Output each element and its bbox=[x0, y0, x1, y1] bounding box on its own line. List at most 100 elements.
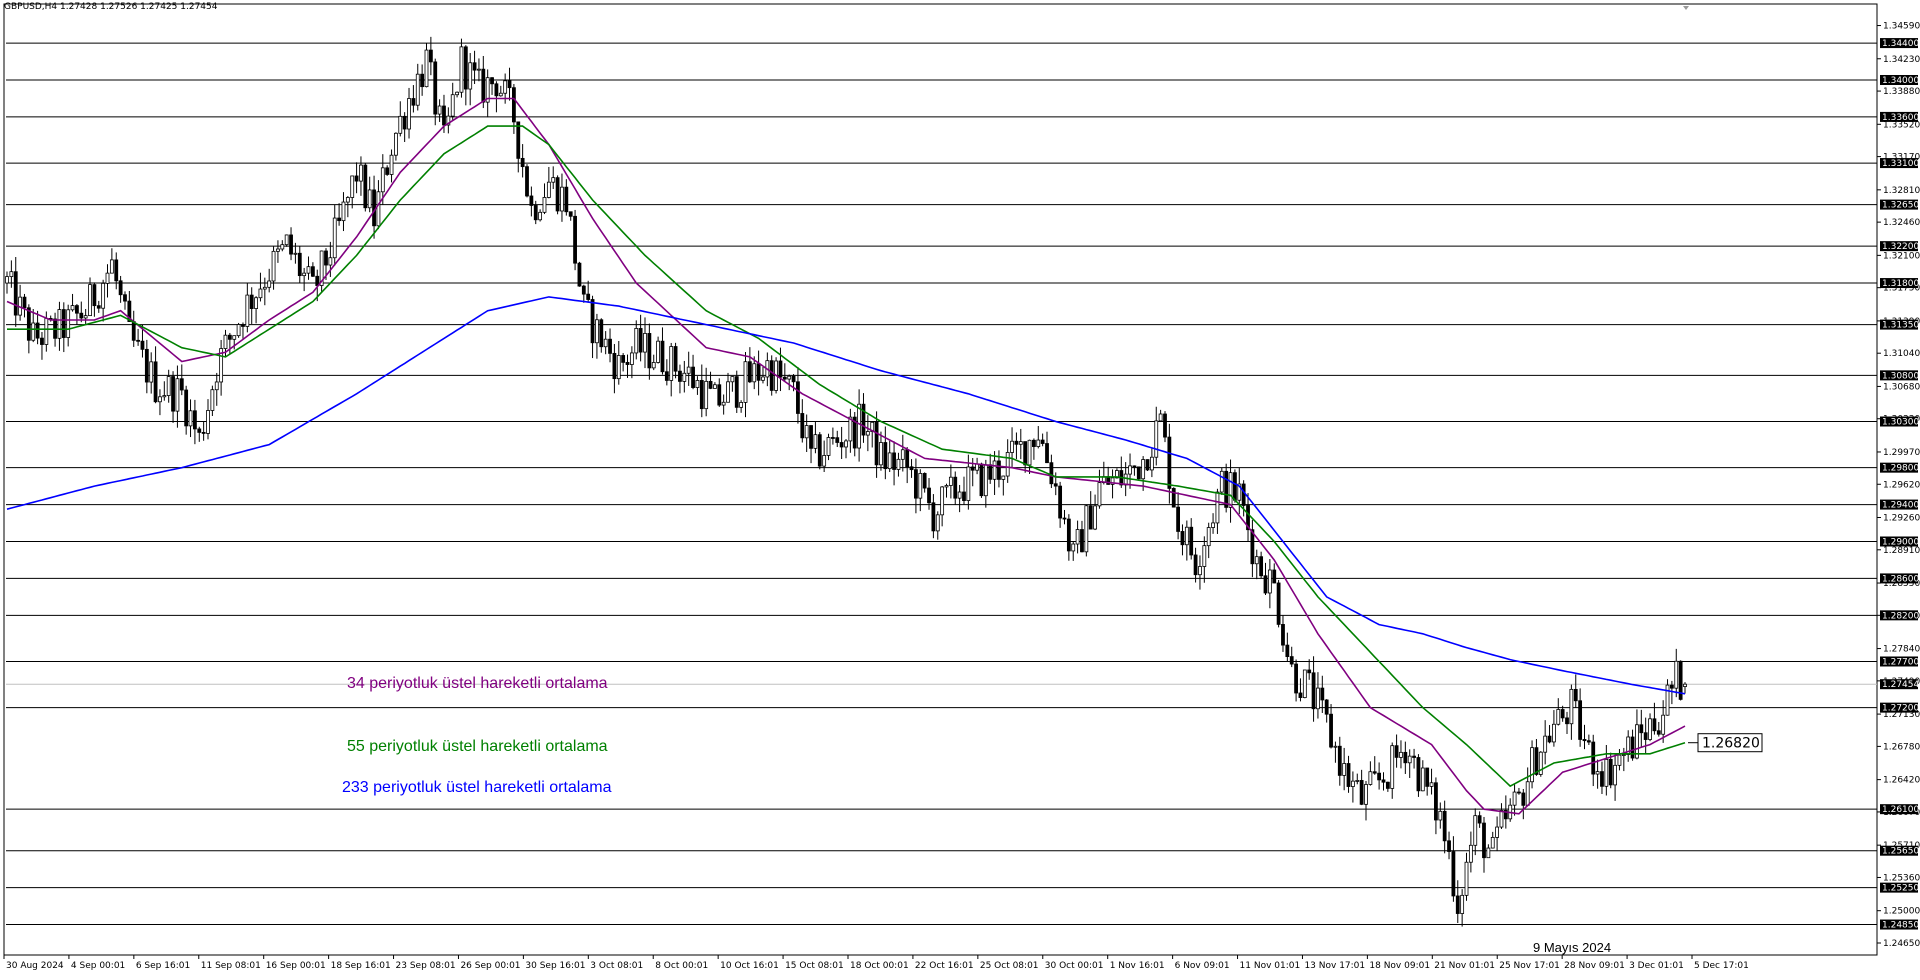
candle-body bbox=[1582, 739, 1587, 742]
candle-body bbox=[114, 259, 119, 282]
candle-body bbox=[267, 280, 272, 288]
candle-body bbox=[1661, 714, 1666, 735]
candle-body bbox=[1093, 505, 1097, 530]
candle-body bbox=[1477, 815, 1482, 824]
candle-body bbox=[1010, 440, 1014, 453]
level-price-label: 1.34000 bbox=[1882, 76, 1919, 86]
candle-body bbox=[376, 191, 381, 227]
candle-body bbox=[1534, 747, 1539, 775]
candle-body bbox=[92, 284, 97, 307]
candle-body bbox=[61, 309, 66, 338]
candle-body bbox=[1215, 491, 1220, 524]
candle-body bbox=[603, 338, 608, 348]
candle-body bbox=[1302, 669, 1307, 698]
candle-body bbox=[1005, 452, 1010, 477]
candle-body bbox=[931, 502, 936, 532]
ema233-label: 233 periyotluk üstel hareketli ortalama bbox=[342, 779, 612, 796]
candle-body bbox=[1075, 529, 1080, 545]
candle-body bbox=[1206, 527, 1211, 547]
candle-body bbox=[595, 319, 599, 344]
candle-body bbox=[1656, 730, 1661, 735]
candle-body bbox=[1211, 522, 1215, 528]
chevron-down-icon[interactable] bbox=[1683, 6, 1689, 10]
candle-body bbox=[1617, 754, 1622, 766]
candle-body bbox=[1473, 815, 1478, 846]
candle-body bbox=[83, 315, 88, 319]
candle-body bbox=[1420, 767, 1425, 792]
candle-body bbox=[140, 340, 145, 350]
candle-body bbox=[1289, 656, 1294, 665]
candle-body bbox=[1036, 439, 1041, 447]
level-price-label: 1.32200 bbox=[1882, 242, 1919, 252]
ema-value-label: 1.26820 bbox=[1702, 736, 1760, 752]
candle-body bbox=[40, 337, 44, 345]
candle-body bbox=[1442, 810, 1447, 842]
candle-body bbox=[424, 49, 429, 88]
level-price-label: 1.31800 bbox=[1882, 279, 1919, 289]
x-tick-label: 1 Nov 16:01 bbox=[1110, 961, 1165, 971]
candle-body bbox=[1136, 466, 1141, 480]
candle-body bbox=[175, 378, 180, 412]
candle-body bbox=[826, 437, 831, 456]
candle-body bbox=[914, 469, 918, 499]
x-tick-label: 3 Dec 01:01 bbox=[1629, 961, 1684, 971]
candle-body bbox=[948, 476, 953, 486]
candle-body bbox=[800, 413, 805, 439]
candle-body bbox=[1337, 745, 1342, 776]
candle-body bbox=[1320, 687, 1325, 701]
candle-body bbox=[123, 294, 127, 302]
candle-body bbox=[879, 442, 883, 466]
candle-body bbox=[1591, 741, 1596, 775]
candle-body bbox=[1512, 791, 1517, 806]
candle-body bbox=[324, 250, 328, 266]
candle-body bbox=[966, 466, 971, 501]
candle-body bbox=[743, 361, 748, 403]
candle-body bbox=[1521, 792, 1526, 806]
candle-body bbox=[1141, 459, 1146, 480]
ema233-line bbox=[6, 296, 1686, 695]
candle-body bbox=[979, 463, 984, 497]
candle-body bbox=[577, 262, 582, 287]
candle-body bbox=[332, 217, 337, 259]
candle-body bbox=[1600, 771, 1604, 787]
candle-body bbox=[468, 62, 473, 90]
candle-body bbox=[739, 402, 744, 408]
candle-body bbox=[564, 186, 569, 213]
y-tick-label: 1.32810 bbox=[1883, 186, 1920, 196]
y-tick-label: 1.29620 bbox=[1883, 480, 1920, 490]
candle-body bbox=[498, 92, 503, 97]
candle-body bbox=[57, 309, 62, 339]
x-tick-label: 6 Nov 09:01 bbox=[1175, 961, 1230, 971]
candle-body bbox=[328, 257, 333, 266]
candle-body bbox=[721, 401, 726, 406]
candle-body bbox=[1233, 472, 1237, 501]
candle-body bbox=[817, 434, 822, 467]
candle-body bbox=[88, 284, 92, 317]
x-tick-label: 13 Nov 17:01 bbox=[1304, 961, 1365, 971]
candle-body bbox=[1123, 473, 1128, 486]
candle-body bbox=[271, 250, 276, 282]
candle-body bbox=[44, 318, 49, 345]
candle-body bbox=[179, 378, 184, 391]
candle-body bbox=[900, 449, 905, 460]
candle-body bbox=[1311, 672, 1316, 710]
candle-body bbox=[1228, 472, 1233, 508]
candle-body bbox=[673, 346, 678, 372]
chart-frame bbox=[3, 3, 1878, 956]
x-tick-label: 6 Sep 16:01 bbox=[136, 961, 190, 971]
candle-body bbox=[1372, 771, 1377, 774]
candle-body bbox=[359, 164, 363, 182]
candle-body bbox=[184, 389, 189, 427]
level-price-label: 1.28600 bbox=[1882, 574, 1919, 584]
candle-body bbox=[1163, 413, 1167, 438]
candle-body bbox=[1425, 767, 1430, 787]
y-tick-label: 1.34230 bbox=[1883, 55, 1920, 65]
price-chart: 1.345901.342301.338801.335201.331701.328… bbox=[3, 3, 1920, 971]
candle-body bbox=[944, 485, 949, 488]
candle-body bbox=[529, 195, 534, 206]
candle-body bbox=[734, 376, 739, 408]
candle-body bbox=[1613, 764, 1617, 786]
level-price-label: 1.31350 bbox=[1882, 321, 1919, 331]
y-tick-label: 1.34590 bbox=[1883, 22, 1920, 32]
candle-body bbox=[830, 437, 835, 439]
